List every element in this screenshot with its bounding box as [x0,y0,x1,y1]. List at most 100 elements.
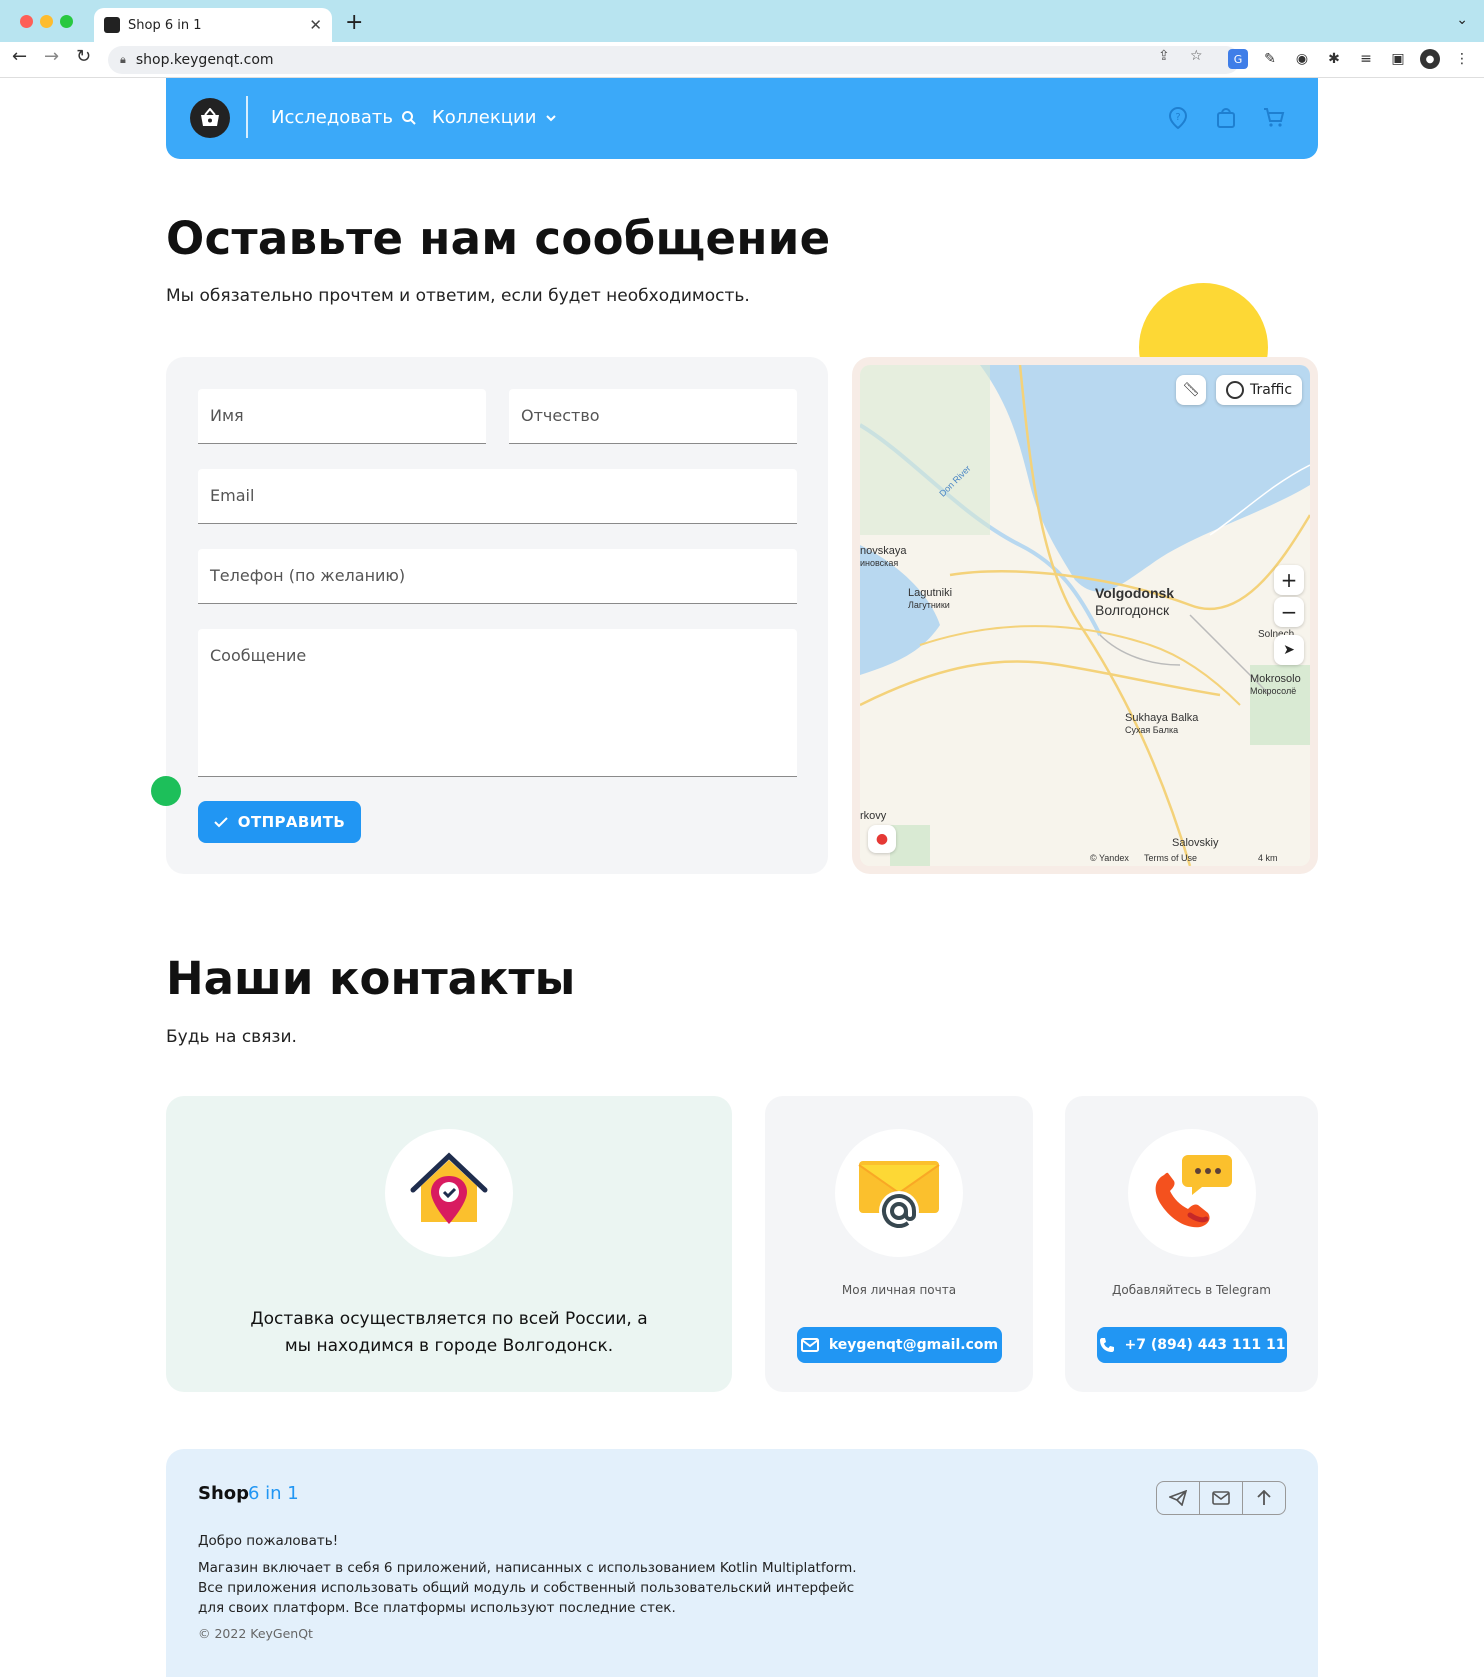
map-city-volgodonsk: Volgodonsk Волгодонск [1095,585,1175,618]
address-bar[interactable]: 🔒︎ shop.keygenqt.com [108,46,1240,74]
cart-icon[interactable] [1262,106,1286,130]
new-tab-button[interactable]: + [345,10,363,35]
browser-tab[interactable]: Shop 6 in 1 ✕ [94,8,332,42]
geolocation-arrow-icon[interactable]: ➤ [1274,635,1304,665]
collections-label: Коллекции [432,107,537,128]
browser-menu-icon[interactable]: ⋮ [1452,49,1472,69]
pen-extension-icon[interactable]: ✎ [1260,49,1280,69]
reload-icon[interactable]: ↻ [76,46,91,67]
map-scale: 4 km [1258,853,1278,863]
map-canvas [860,365,1310,866]
shop-basket-logo-icon[interactable] [190,98,230,138]
email-icon-circle [835,1129,963,1257]
send-button-label: ОТПРАВИТЬ [237,813,346,831]
address-text: Доставка осуществляется по всей России, … [250,1309,648,1356]
phone-icon [1099,1338,1114,1352]
tab-close-icon[interactable]: ✕ [309,16,322,34]
traffic-button[interactable]: Traffic [1216,375,1302,405]
map-place-salovskiy: Salovskiy [1172,837,1219,849]
message-textarea[interactable]: Сообщение [198,629,797,777]
telegram-send-icon[interactable] [1157,1482,1200,1514]
share-icon[interactable]: ⇪ [1158,48,1170,64]
scroll-up-arrow-icon[interactable] [1243,1482,1285,1514]
patronymic-field[interactable]: Отчество [509,389,797,444]
explore-nav-link[interactable]: Исследовать [271,107,417,128]
envelope-at-icon [858,1161,940,1231]
profile-avatar[interactable]: ● [1420,49,1440,69]
map-card: Don River novskaya иновская Lagutniki Лагу… [852,357,1318,874]
footer-description-2: Все приложения использовать общий модуль… [198,1580,855,1596]
send-button[interactable]: ОТПРАВИТЬ [198,801,361,843]
phone-icon-circle [1128,1129,1256,1257]
bookmark-star-icon[interactable]: ☆ [1190,48,1203,64]
map-terms-link[interactable]: Terms of Use [1144,852,1197,864]
zoom-window-button[interactable] [60,15,73,28]
footer-mail-icon[interactable] [1200,1482,1243,1514]
yandex-map[interactable]: Don River novskaya иновская Lagutniki Лагу… [860,365,1310,866]
phone-chat-icon [1155,1155,1232,1228]
traffic-light-icon [1225,381,1244,399]
chevron-down-icon [546,114,557,121]
shopping-bag-icon[interactable] [1214,106,1238,130]
explore-label: Исследовать [271,107,394,128]
browser-tab-bar: Shop 6 in 1 ✕ + ⌄ [0,0,1484,42]
traffic-label: Traffic [1249,382,1293,398]
footer-copyright: © 2022 KeyGenQt [198,1626,313,1641]
email-button[interactable]: keygenqt@gmail.com [797,1327,1002,1363]
house-location-icon [410,1152,488,1224]
email-card-label: Моя личная почта [841,1283,957,1297]
tab-search-chevron-icon[interactable]: ⌄ [1456,12,1468,28]
map-copyright[interactable]: © Yandex [1090,852,1129,864]
header-divider [246,96,248,138]
footer-description-1: Магазин включает в себя 6 приложений, на… [198,1560,857,1576]
telegram-card: Добавляйтесь в Telegram +7 (894) 443 111… [1065,1096,1318,1392]
lock-icon: 🔒︎ [120,53,126,66]
help-icon[interactable]: ? [1166,106,1190,130]
footer-brand: Shop [198,1483,250,1504]
address-icon-circle [385,1129,513,1257]
ruler-icon[interactable]: 📏︎ [1176,375,1206,405]
email-card: Моя личная почта keygenqt@gmail.com [765,1096,1033,1392]
media-queue-icon[interactable]: ≡ [1356,49,1376,69]
decorative-green-dot [151,776,181,806]
map-place-lagutniki: Lagutniki Лагутники [908,587,953,610]
mail-icon [800,1338,819,1352]
zoom-in-button[interactable]: + [1274,565,1304,595]
footer-welcome: Добро пожаловать! [198,1533,339,1549]
browser-toolbar: ← → ↻ 🔒︎ shop.keygenqt.com ⇪ ☆ G ✎ ◉ ✱ ≡… [0,42,1484,78]
phone-field[interactable]: Телефон (по желанию) [198,549,797,604]
map-place-sukhaya-balka: Sukhaya Balka Сухая Балка [1125,712,1199,735]
name-field[interactable]: Имя [198,389,486,444]
message-form-card: Имя Отчество Email Телефон (по желанию) … [166,357,828,874]
map-place-rkovy: rkovy [860,810,887,822]
tab-title: Shop 6 in 1 [128,17,202,33]
minimize-window-button[interactable] [40,15,53,28]
map-pin-icon[interactable]: ● [868,825,896,853]
tab-favicon-icon [104,17,120,33]
forward-arrow-icon[interactable]: → [44,46,59,67]
email-field[interactable]: Email [198,469,797,524]
site-footer: Shop 6 in 1 Добро пожаловать! Магазин вк… [166,1449,1318,1677]
footer-brand-suffix: 6 in 1 [248,1483,299,1504]
puzzle-extensions-icon[interactable]: ✱ [1324,49,1344,69]
collections-nav-link[interactable]: Коллекции [432,107,558,128]
telegram-card-label: Добавляйтесь в Telegram [1112,1283,1271,1297]
zoom-out-button[interactable]: − [1274,597,1304,627]
site-header: Исследовать Коллекции ? [166,78,1318,159]
message-section-subtitle: Мы обязательно прочтем и ответим, если б… [166,286,750,306]
phone-button[interactable]: +7 (894) 443 111 11 [1097,1327,1287,1363]
url-text: shop.keygenqt.com [135,52,274,68]
translate-extension-icon[interactable]: G [1228,49,1248,69]
contacts-section-title: Наши контакты [166,952,576,1005]
camera-extension-icon[interactable]: ◉ [1292,49,1312,69]
message-section-title: Оставьте нам сообщение [166,212,831,265]
check-icon [214,817,228,828]
address-card: Доставка осуществляется по всей России, … [166,1096,732,1392]
side-panel-icon[interactable]: ▣ [1388,49,1408,69]
back-arrow-icon[interactable]: ← [12,46,27,67]
search-icon [402,110,416,125]
svg-text:?: ? [1175,112,1180,123]
map-place-novskaya: novskaya иновская [860,545,907,568]
close-window-button[interactable] [20,15,33,28]
contacts-section-subtitle: Будь на связи. [166,1027,297,1047]
